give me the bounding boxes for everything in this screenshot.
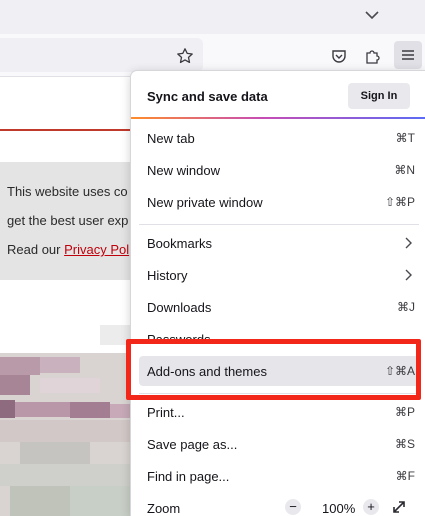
menu-item-history[interactable]: History (139, 260, 419, 290)
menu-item-label: History (147, 268, 188, 283)
menu-item-new-window[interactable]: New window ⌘N (139, 155, 419, 185)
shortcut-label: ⌘N (394, 163, 415, 177)
tab-strip (0, 0, 425, 34)
cookie-banner: This website uses co get the best user e… (0, 162, 140, 280)
sync-header: Sync and save data Sign In (131, 71, 425, 118)
menu-item-label: Bookmarks (147, 236, 213, 251)
menu-item-downloads[interactable]: Downloads ⌘J (139, 292, 419, 322)
menu-item-label: New window (147, 163, 220, 178)
menu-item-label: Downloads (147, 300, 212, 315)
shortcut-label: ⌘T (395, 131, 415, 145)
menu-item-label: New tab (147, 131, 195, 146)
zoom-level[interactable]: 100% (322, 501, 355, 516)
cookie-text-line: get the best user exp (7, 213, 129, 228)
menu-separator (139, 224, 419, 225)
menu-item-label: Zoom (147, 501, 181, 516)
page-header-rule (0, 129, 140, 131)
shortcut-label: ⌘F (395, 469, 415, 483)
menu-item-save-page-as[interactable]: Save page as... ⌘S (139, 429, 419, 459)
menu-item-bookmarks[interactable]: Bookmarks (139, 228, 419, 258)
menu-item-label: Save page as... (147, 437, 238, 452)
menu-item-find-in-page[interactable]: Find in page... ⌘F (139, 461, 419, 491)
menu-item-zoom: Zoom − 100% + (139, 493, 419, 516)
zoom-out-button[interactable]: − (285, 499, 301, 515)
chevron-right-icon (404, 236, 413, 250)
zoom-in-button[interactable]: + (363, 499, 379, 515)
cookie-text-line: This website uses co (7, 184, 128, 199)
shortcut-label: ⌘P (394, 405, 415, 419)
sync-title: Sync and save data (147, 89, 268, 104)
menu-item-new-tab[interactable]: New tab ⌘T (139, 123, 419, 153)
menu-item-new-private-window[interactable]: New private window ⇧⌘P (139, 187, 419, 217)
url-bar[interactable] (0, 38, 203, 72)
shortcut-label: ⌘S (394, 437, 415, 451)
shortcut-label: ⌘J (397, 300, 415, 314)
menu-item-label: New private window (147, 195, 263, 210)
chevron-right-icon (404, 268, 413, 282)
pocket-icon[interactable] (325, 42, 353, 70)
highlight-callout (126, 339, 421, 400)
header-separator (131, 117, 425, 119)
cookie-text-line: Read our Privacy Pol (7, 242, 130, 257)
app-menu-panel: Sync and save data Sign In New tab ⌘T Ne… (130, 70, 425, 516)
star-icon[interactable] (176, 47, 194, 65)
expand-icon[interactable] (391, 499, 407, 515)
menu-item-label: Print... (147, 405, 185, 420)
puzzle-icon[interactable] (359, 42, 387, 70)
chevron-down-icon[interactable] (364, 7, 380, 23)
menu-item-label: Find in page... (147, 469, 230, 484)
privacy-policy-link[interactable]: Privacy Pol (64, 242, 129, 257)
menu-item-print[interactable]: Print... ⌘P (139, 397, 419, 427)
shortcut-label: ⇧⌘P (384, 195, 415, 209)
hamburger-icon[interactable] (394, 41, 422, 69)
sign-in-button[interactable]: Sign In (348, 83, 410, 109)
